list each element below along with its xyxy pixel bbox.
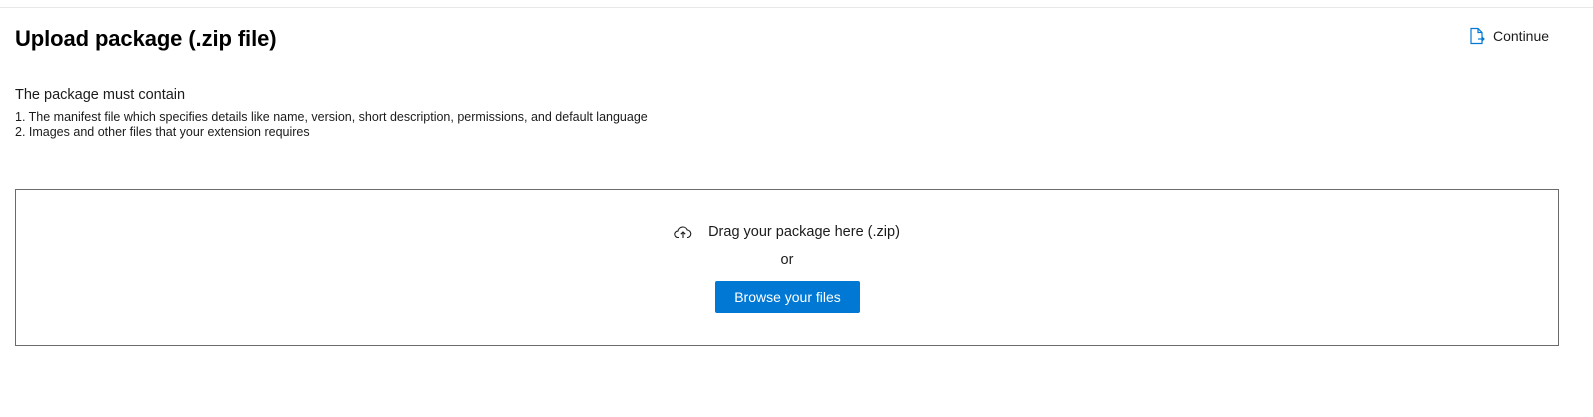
continue-label: Continue: [1493, 28, 1550, 44]
drag-text: Drag your package here (.zip): [708, 224, 900, 240]
requirement-item: 1. The manifest file which specifies det…: [15, 110, 648, 124]
or-separator: or: [780, 252, 794, 268]
continue-button[interactable]: Continue: [1469, 25, 1549, 47]
drag-prompt: Drag your package here (.zip): [16, 224, 1558, 240]
requirement-item: 2. Images and other files that your exte…: [15, 125, 310, 139]
requirements-heading: The package must contain: [15, 87, 186, 103]
cloud-upload-icon: [674, 225, 692, 239]
requirements-list: 1. The manifest file which specifies det…: [15, 110, 648, 140]
page-title: Upload package (.zip file): [15, 26, 277, 51]
document-arrow-icon: [1469, 27, 1485, 45]
top-divider: [0, 7, 1593, 8]
browse-files-button[interactable]: Browse your files: [715, 281, 860, 313]
package-drop-zone[interactable]: Drag your package here (.zip) or Browse …: [15, 189, 1559, 346]
